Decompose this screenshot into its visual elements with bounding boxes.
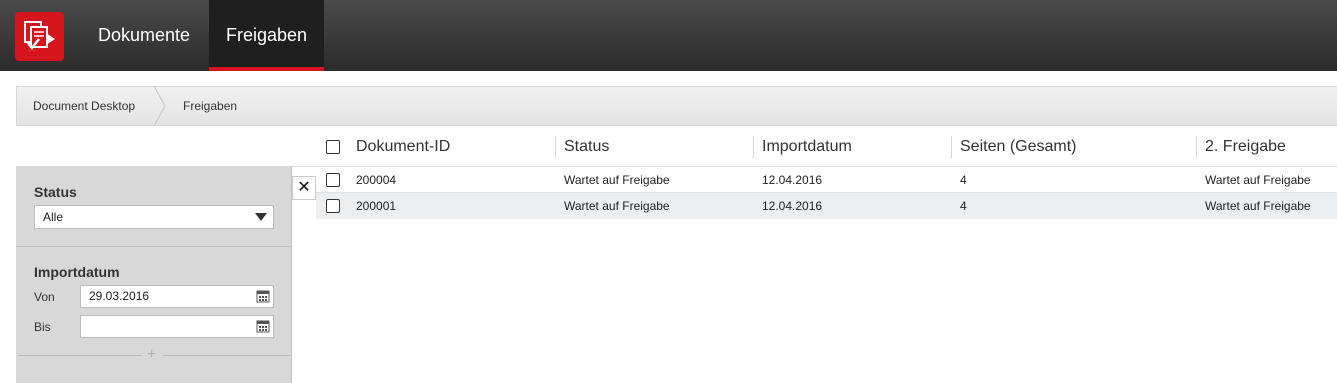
cell-seiten: 4 (960, 173, 967, 187)
status-select[interactable]: Alle (34, 205, 274, 229)
table-header: Dokument-ID Status Importdatum Seiten (G… (16, 127, 1337, 167)
cell-status: Wartet auf Freigabe (564, 199, 670, 213)
breadcrumb: Document Desktop Freigaben (16, 86, 1337, 126)
select-all-checkbox[interactable] (326, 140, 340, 154)
nav-tab-freigaben[interactable]: Freigaben (209, 0, 324, 71)
bis-label: Bis (34, 320, 51, 334)
column-divider[interactable] (555, 136, 556, 158)
column-divider[interactable] (753, 136, 754, 158)
filter-divider (16, 246, 292, 247)
breadcrumb-item-document-desktop[interactable]: Document Desktop (33, 87, 135, 125)
bis-date-input[interactable] (80, 315, 274, 338)
cell-seiten: 4 (960, 199, 967, 213)
cell-dokument-id: 200004 (356, 173, 397, 187)
column-header-importdatum[interactable]: Importdatum (762, 127, 852, 167)
column-divider[interactable] (951, 136, 952, 158)
add-filter-divider (18, 355, 142, 356)
cell-importdatum: 12.04.2016 (762, 173, 823, 187)
close-filter-button[interactable]: ✕ (292, 176, 316, 200)
filter-panel: Status Alle Importdatum Von 29.03.2016 B… (16, 167, 292, 383)
importdatum-filter-label: Importdatum (34, 264, 120, 280)
calendar-icon[interactable] (256, 289, 270, 303)
column-header-status[interactable]: Status (564, 127, 609, 167)
document-approval-logo-icon (23, 20, 55, 50)
column-header-seiten-gesamt[interactable]: Seiten (Gesamt) (960, 127, 1076, 167)
von-label: Von (34, 290, 55, 304)
row-checkbox[interactable] (326, 199, 340, 213)
cell-2-freigabe: Wartet auf Freigabe (1205, 173, 1311, 187)
von-date-value: 29.03.2016 (89, 289, 150, 303)
app-logo-icon[interactable] (15, 12, 64, 61)
dropdown-arrow-icon (255, 213, 267, 221)
cell-dokument-id: 200001 (356, 199, 397, 213)
add-filter-button[interactable]: + (147, 345, 156, 365)
status-filter-label: Status (34, 184, 77, 200)
calendar-icon[interactable] (256, 319, 270, 333)
von-date-input[interactable]: 29.03.2016 (80, 285, 274, 308)
column-divider[interactable] (1196, 136, 1197, 158)
table-row[interactable]: 200004 Wartet auf Freigabe 12.04.2016 4 … (316, 167, 1337, 193)
nav-tab-dokumente[interactable]: Dokumente (81, 0, 207, 71)
cell-2-freigabe: Wartet auf Freigabe (1205, 199, 1311, 213)
column-header-2-freigabe[interactable]: 2. Freigabe (1205, 127, 1286, 167)
top-navigation-bar: Dokumente Freigaben (0, 0, 1337, 71)
row-checkbox[interactable] (326, 173, 340, 187)
table-row[interactable]: 200001 Wartet auf Freigabe 12.04.2016 4 … (316, 193, 1337, 219)
status-select-value: Alle (43, 210, 64, 224)
cell-status: Wartet auf Freigabe (564, 173, 670, 187)
breadcrumb-separator-icon (153, 86, 166, 126)
breadcrumb-item-freigaben: Freigaben (183, 99, 238, 113)
column-header-dokument-id[interactable]: Dokument-ID (356, 127, 450, 167)
cell-importdatum: 12.04.2016 (762, 199, 823, 213)
add-filter-divider (163, 355, 290, 356)
